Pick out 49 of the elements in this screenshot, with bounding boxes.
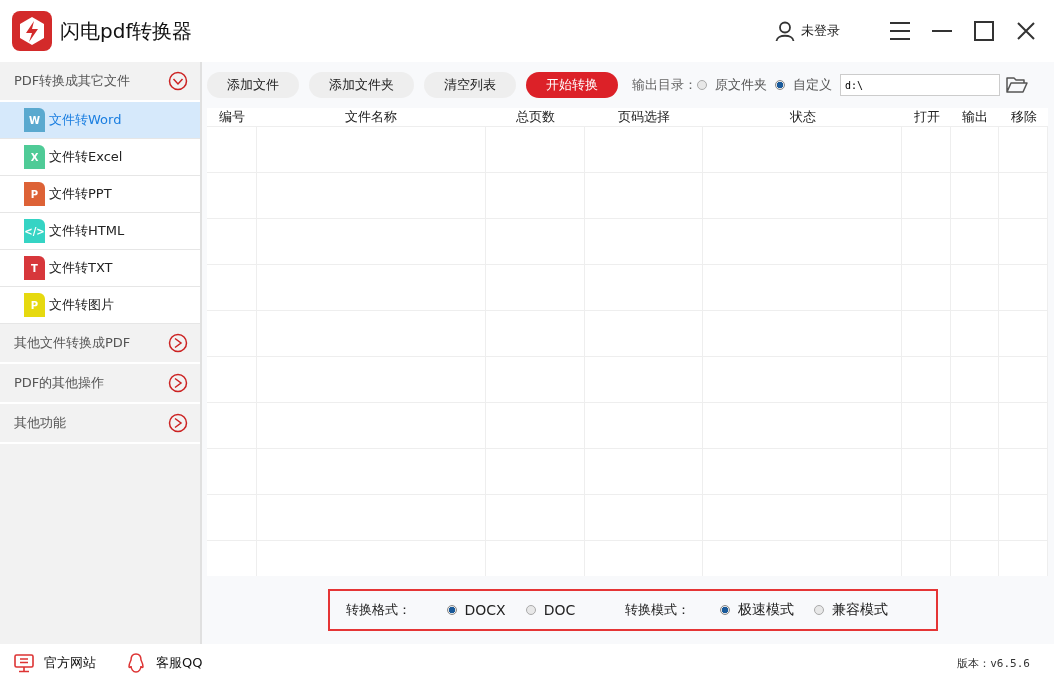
- toolbar-button[interactable]: 清空列表: [424, 72, 516, 98]
- column-header: 页码选择: [616, 108, 671, 126]
- support-link[interactable]: 客服QQ: [126, 653, 203, 673]
- file-type-icon: P: [24, 293, 45, 317]
- column-header: 状态: [788, 108, 817, 126]
- column-header: 文件名称: [344, 108, 399, 126]
- column-header: 总页数: [514, 108, 556, 126]
- output-label: 输出目录：: [632, 76, 697, 94]
- sidebar-item[interactable]: </> 文件转HTML: [0, 213, 200, 250]
- folder-icon[interactable]: [1006, 76, 1028, 94]
- toolbar-button[interactable]: 添加文件: [207, 72, 299, 98]
- sidebar-item[interactable]: P 文件转PPT: [0, 176, 200, 213]
- column-header: 移除: [1009, 108, 1038, 126]
- radio-option[interactable]: 兼容模式: [814, 601, 889, 619]
- menu-icon[interactable]: [890, 21, 910, 41]
- radio-option[interactable]: 自定义: [775, 76, 832, 94]
- start-button[interactable]: 开始转换: [526, 72, 618, 98]
- maximize-icon[interactable]: [974, 21, 994, 41]
- mode-label: 转换模式：: [625, 601, 691, 619]
- file-type-icon: X: [24, 145, 45, 169]
- sidebar-item[interactable]: T 文件转TXT: [0, 250, 200, 287]
- window-title: 闪电pdf转换器: [60, 17, 193, 45]
- radio-option[interactable]: 极速模式: [720, 601, 795, 619]
- monitor-icon: [14, 653, 34, 673]
- format-label: 转换格式：: [345, 601, 411, 619]
- radio-option[interactable]: 原文件夹: [697, 76, 767, 94]
- column-header: 编号: [217, 108, 246, 126]
- login-status[interactable]: 未登录: [801, 22, 840, 40]
- radio-option[interactable]: DOCX: [446, 602, 506, 618]
- column-header: 输出: [961, 108, 990, 126]
- file-type-icon: T: [24, 256, 45, 280]
- close-icon[interactable]: [1016, 21, 1036, 41]
- radio-option[interactable]: DOC: [525, 602, 576, 618]
- toolbar-button[interactable]: 添加文件夹: [309, 72, 414, 98]
- app-logo-icon: [12, 11, 52, 51]
- sidebar-item[interactable]: P 文件转图片: [0, 287, 200, 324]
- file-type-icon: </>: [24, 219, 45, 243]
- sidebar-group-header[interactable]: 其他功能: [0, 404, 200, 444]
- user-icon[interactable]: [775, 21, 795, 41]
- sidebar-group-header[interactable]: PDF的其他操作: [0, 364, 200, 404]
- path-field[interactable]: d:\: [840, 74, 1000, 96]
- website-link[interactable]: 官方网站: [14, 653, 96, 673]
- penguin-icon: [126, 653, 146, 673]
- file-type-icon: W: [24, 108, 45, 132]
- sidebar-group-header[interactable]: 其他文件转换成PDF: [0, 324, 200, 364]
- version-text: 版本：v6.5.6: [957, 655, 1030, 671]
- file-type-icon: P: [24, 182, 45, 206]
- sidebar-item[interactable]: X 文件转Excel: [0, 139, 200, 176]
- column-header: 打开: [912, 108, 941, 126]
